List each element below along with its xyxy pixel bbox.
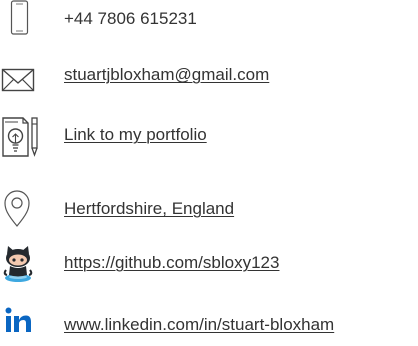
phone-icon <box>0 0 44 40</box>
contact-list: +44 7806 615231 stuartjbloxham@gmail.com <box>0 0 418 346</box>
portfolio-lightbulb-icon <box>0 116 44 157</box>
linkedin-link[interactable]: www.linkedin.com/in/stuart-bloxham <box>64 314 334 336</box>
github-link[interactable]: https://github.com/sbloxy123 <box>64 252 279 274</box>
contact-row-email: stuartjbloxham@gmail.com <box>0 56 418 96</box>
portfolio-link[interactable]: Link to my portfolio <box>64 124 207 146</box>
envelope-icon <box>0 56 44 96</box>
contact-row-github: https://github.com/sbloxy123 <box>0 244 418 284</box>
linkedin-icon <box>0 306 44 346</box>
location-link[interactable]: Hertfordshire, England <box>64 198 234 220</box>
contact-row-linkedin: www.linkedin.com/in/stuart-bloxham <box>0 306 418 346</box>
contact-row-phone: +44 7806 615231 <box>0 0 418 40</box>
email-link[interactable]: stuartjbloxham@gmail.com <box>64 64 269 86</box>
map-pin-icon <box>0 190 44 230</box>
phone-number: +44 7806 615231 <box>64 9 197 28</box>
contact-row-location: Hertfordshire, England <box>0 190 418 230</box>
contact-row-portfolio: Link to my portfolio <box>0 116 418 157</box>
github-octocat-icon <box>0 244 44 284</box>
